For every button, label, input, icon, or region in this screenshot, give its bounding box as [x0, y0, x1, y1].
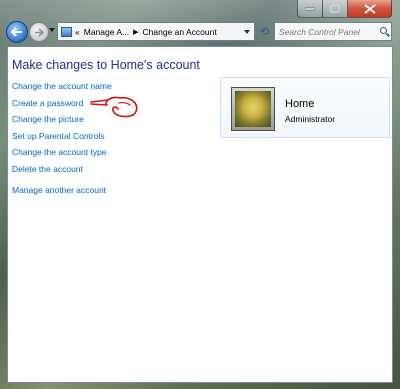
account-role: Administrator — [285, 114, 336, 124]
close-button[interactable] — [348, 0, 392, 18]
page-title: Make changes to Home's account — [12, 58, 200, 72]
address-bar[interactable]: « Manage A... ▶ Change an Account — [57, 22, 255, 41]
parental-controls-link[interactable]: Set up Parental Controls — [12, 131, 112, 140]
control-panel-icon — [61, 26, 72, 37]
breadcrumb-overflow[interactable]: « — [75, 27, 80, 37]
avatar — [231, 87, 275, 131]
account-card: Home Administrator — [220, 77, 390, 138]
minimize-button[interactable] — [297, 0, 323, 18]
refresh-icon: ⟲ — [259, 26, 270, 38]
forward-arrow-icon — [35, 27, 44, 37]
address-dropdown-icon[interactable] — [244, 29, 250, 34]
back-button[interactable] — [6, 21, 28, 43]
caption-buttons — [297, 0, 392, 18]
search-icon[interactable] — [380, 27, 387, 34]
breadcrumb-item-change-account[interactable]: Change an Account — [143, 27, 217, 37]
manage-another-account-link[interactable]: Manage another account — [12, 185, 112, 194]
minimize-icon — [305, 7, 315, 10]
close-icon — [363, 3, 376, 14]
search-placeholder: Search Control Panel — [279, 27, 360, 37]
maximize-icon — [330, 4, 340, 13]
breadcrumb-separator-icon[interactable]: ▶ — [133, 28, 138, 36]
dog-picture-icon — [235, 91, 271, 127]
maximize-button[interactable] — [323, 0, 348, 18]
account-name: Home — [285, 98, 315, 110]
back-arrow-icon — [11, 27, 22, 37]
pointing-hand-annotation-icon — [90, 96, 138, 118]
content-pane: Make changes to Home's account Change th… — [7, 46, 393, 383]
refresh-button[interactable]: ⟲ — [257, 23, 272, 40]
search-input[interactable]: Search Control Panel — [274, 22, 392, 41]
forward-button[interactable] — [29, 22, 49, 42]
change-account-name-link[interactable]: Change the account name — [12, 82, 112, 91]
delete-account-link[interactable]: Delete the account — [12, 164, 112, 173]
history-dropdown-icon[interactable] — [49, 28, 55, 32]
change-account-type-link[interactable]: Change the account type — [12, 148, 112, 157]
breadcrumb-item-manage-accounts[interactable]: Manage A... — [84, 27, 129, 37]
